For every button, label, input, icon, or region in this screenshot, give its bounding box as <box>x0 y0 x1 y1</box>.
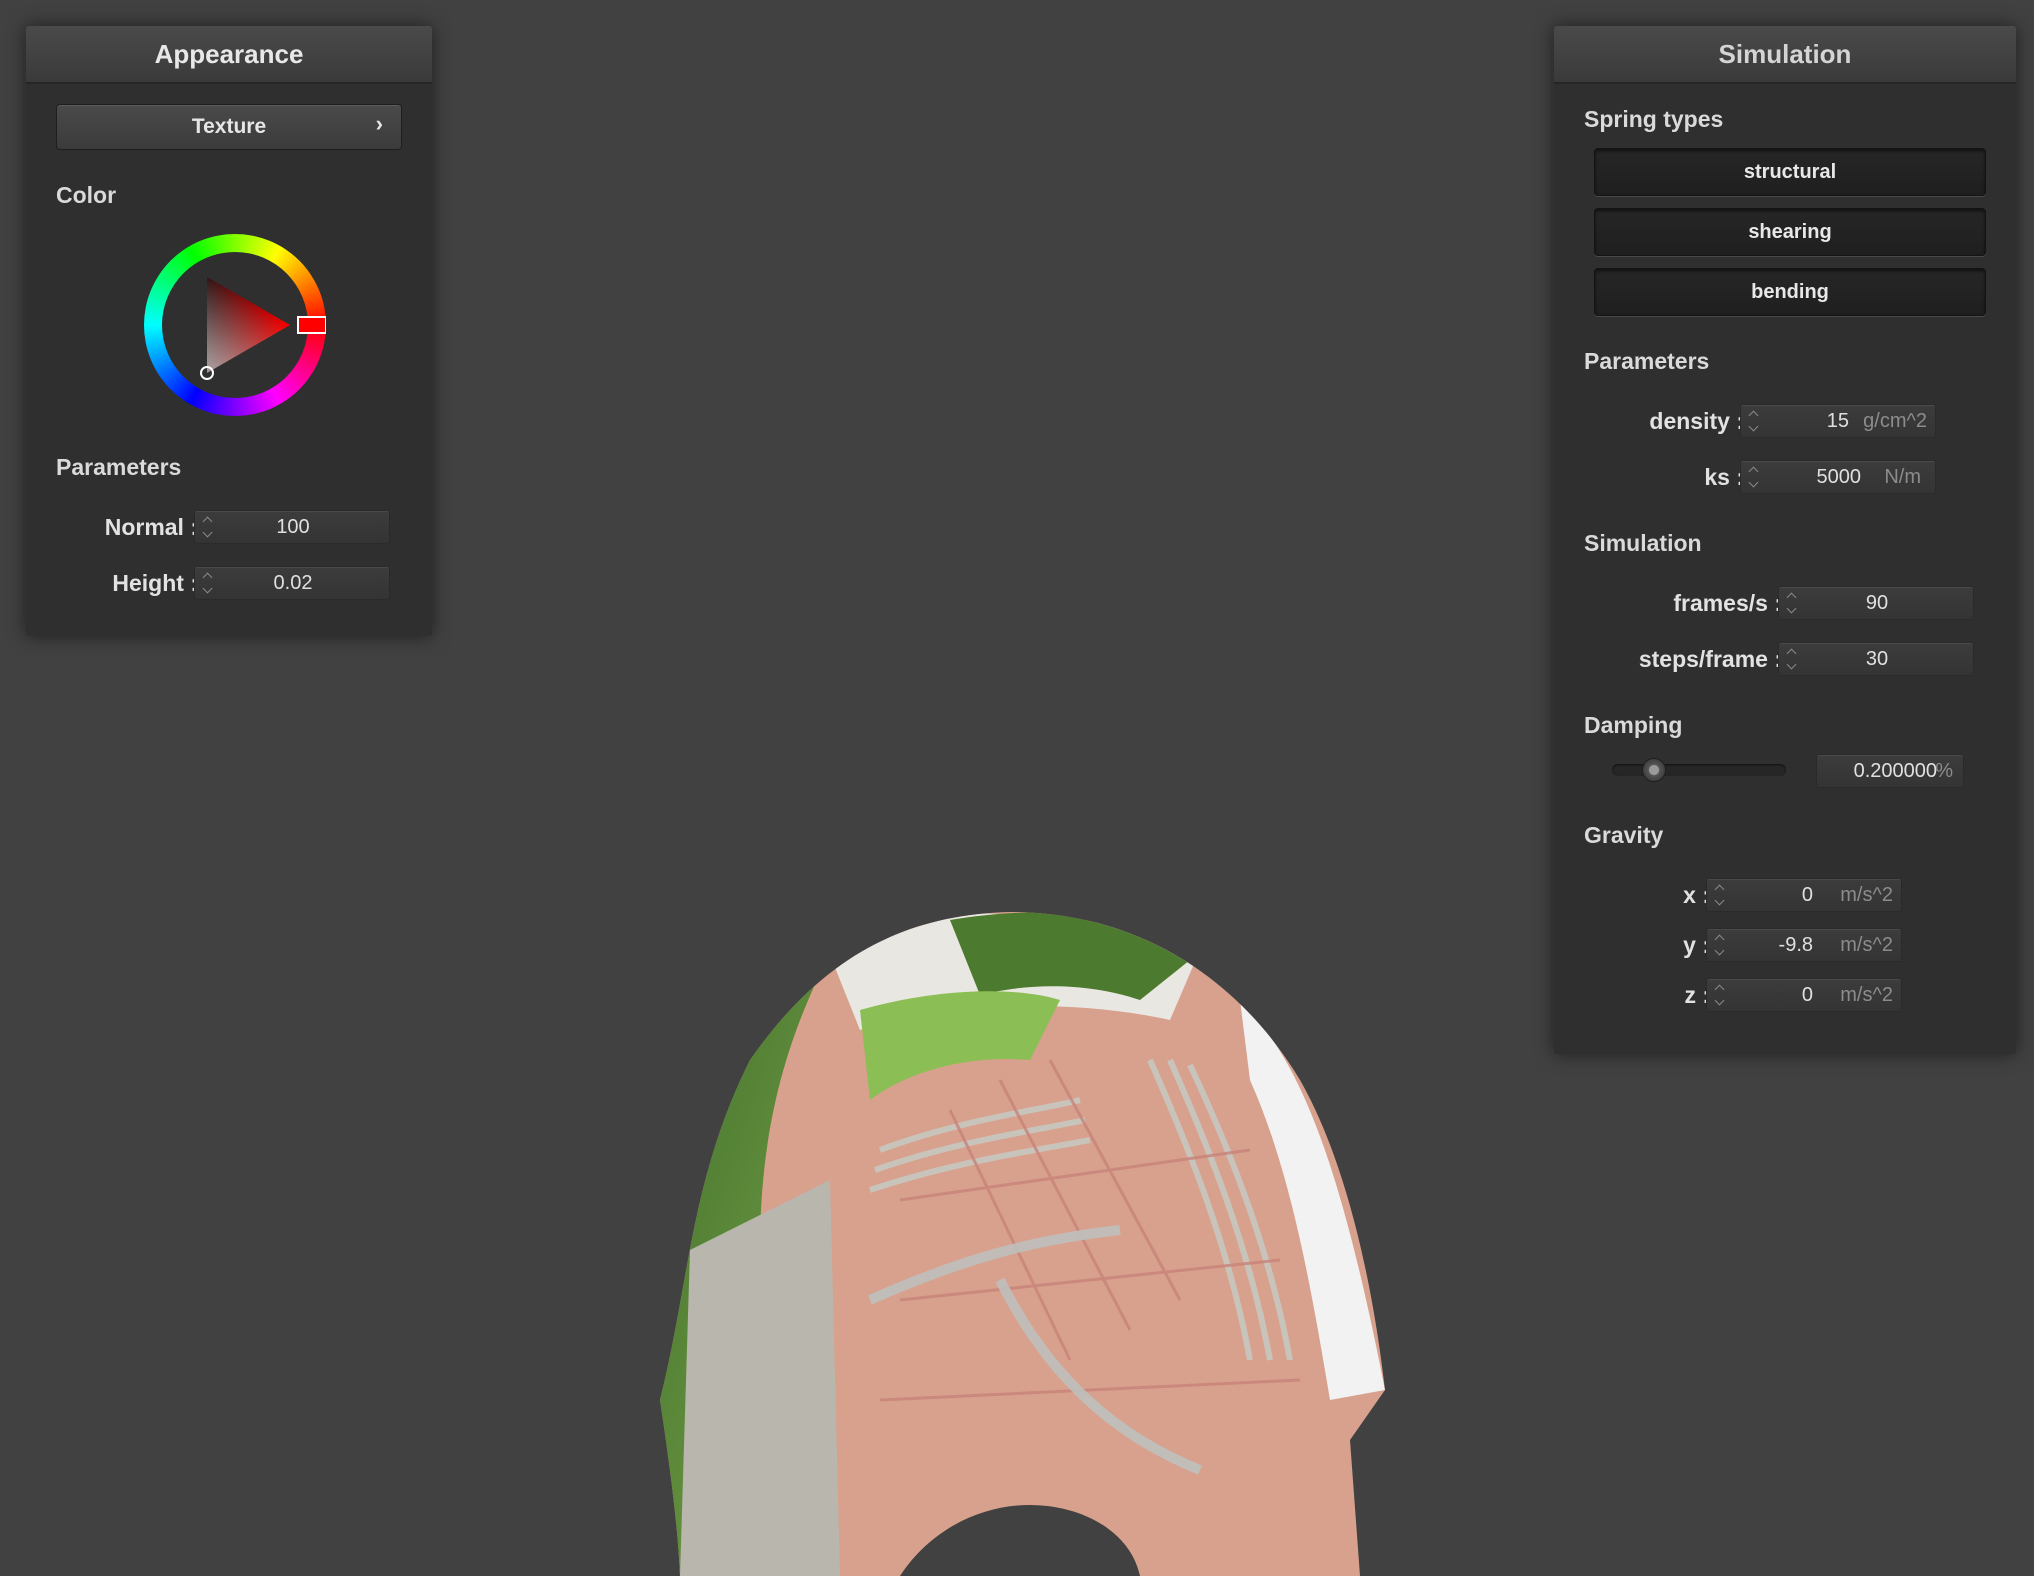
gravity-y-unit: m/s^2 <box>1840 934 1893 956</box>
ks-unit: N/m <box>1884 466 1921 488</box>
density-label: density : <box>1649 408 1744 434</box>
simulation-panel: Simulation Spring types structural shear… <box>1554 26 2016 1054</box>
height-label: Height : <box>112 570 198 596</box>
spinner-icon[interactable] <box>1747 409 1759 433</box>
normal-stepper[interactable]: 100 <box>194 510 390 544</box>
height-value: 0.02 <box>273 572 313 594</box>
gravity-x-unit: m/s^2 <box>1840 884 1893 906</box>
gravity-x-label: x : <box>1683 882 1710 908</box>
normal-label: Normal : <box>104 514 198 540</box>
gravity-x-value: 0 <box>1801 884 1813 906</box>
gravity-z-unit: m/s^2 <box>1840 984 1893 1006</box>
spinner-icon[interactable] <box>1713 933 1725 957</box>
damping-unit: % <box>1935 760 1953 782</box>
appearance-parameters-label: Parameters <box>56 454 182 480</box>
height-stepper[interactable]: 0.02 <box>194 566 390 600</box>
appearance-title: Appearance <box>26 26 432 84</box>
density-unit: g/cm^2 <box>1863 410 1927 432</box>
color-wheel[interactable] <box>144 234 326 416</box>
simulation-parameters-label: Parameters <box>1584 348 1710 374</box>
gravity-z-value: 0 <box>1801 984 1813 1006</box>
3d-viewport[interactable]: Appearance Texture › Color Parameters No… <box>0 0 2034 1576</box>
hue-selector-icon <box>297 316 326 334</box>
damping-slider-handle[interactable] <box>1642 758 1666 782</box>
normal-value: 100 <box>276 516 310 538</box>
shearing-toggle[interactable]: shearing <box>1594 208 1986 256</box>
fps-label: frames/s : <box>1673 590 1782 616</box>
gravity-y-stepper[interactable]: -9.8 m/s^2 <box>1706 928 1902 962</box>
gravity-y-value: -9.8 <box>1778 934 1813 956</box>
ks-stepper[interactable]: 5000 N/m <box>1740 460 1936 494</box>
color-section-label: Color <box>56 182 117 208</box>
simulation-title: Simulation <box>1554 26 2016 84</box>
density-value: 15 <box>1826 410 1849 432</box>
gravity-label: Gravity <box>1584 822 1664 848</box>
ks-label: ks : <box>1704 464 1744 490</box>
gravity-z-label: z : <box>1684 982 1710 1008</box>
fps-value: 90 <box>1865 592 1889 614</box>
gravity-y-label: y : <box>1683 932 1710 958</box>
texture-button[interactable]: Texture › <box>56 104 402 150</box>
damping-label: Damping <box>1584 712 1683 738</box>
steps-label: steps/frame : <box>1638 646 1782 672</box>
spinner-icon[interactable] <box>1747 465 1759 489</box>
steps-stepper[interactable]: 30 <box>1778 642 1974 676</box>
fps-stepper[interactable]: 90 <box>1778 586 1974 620</box>
ks-value: 5000 <box>1816 466 1862 488</box>
damping-value: 0.200000 <box>1853 760 1937 782</box>
bending-toggle[interactable]: bending <box>1594 268 1986 316</box>
spinner-icon[interactable] <box>1713 983 1725 1007</box>
chevron-right-icon: › <box>375 111 383 136</box>
damping-field[interactable]: 0.200000 % <box>1816 754 1964 788</box>
structural-toggle[interactable]: structural <box>1594 148 1986 196</box>
appearance-panel: Appearance Texture › Color Parameters No… <box>26 26 432 636</box>
gravity-x-stepper[interactable]: 0 m/s^2 <box>1706 878 1902 912</box>
gravity-z-stepper[interactable]: 0 m/s^2 <box>1706 978 1902 1012</box>
steps-value: 30 <box>1865 648 1889 670</box>
spinner-icon[interactable] <box>1713 883 1725 907</box>
spring-types-label: Spring types <box>1584 106 1724 132</box>
texture-button-label: Texture <box>191 115 267 138</box>
damping-slider[interactable] <box>1612 758 1786 782</box>
simulation-section-label: Simulation <box>1584 530 1702 556</box>
density-stepper[interactable]: 15 g/cm^2 <box>1740 404 1936 438</box>
